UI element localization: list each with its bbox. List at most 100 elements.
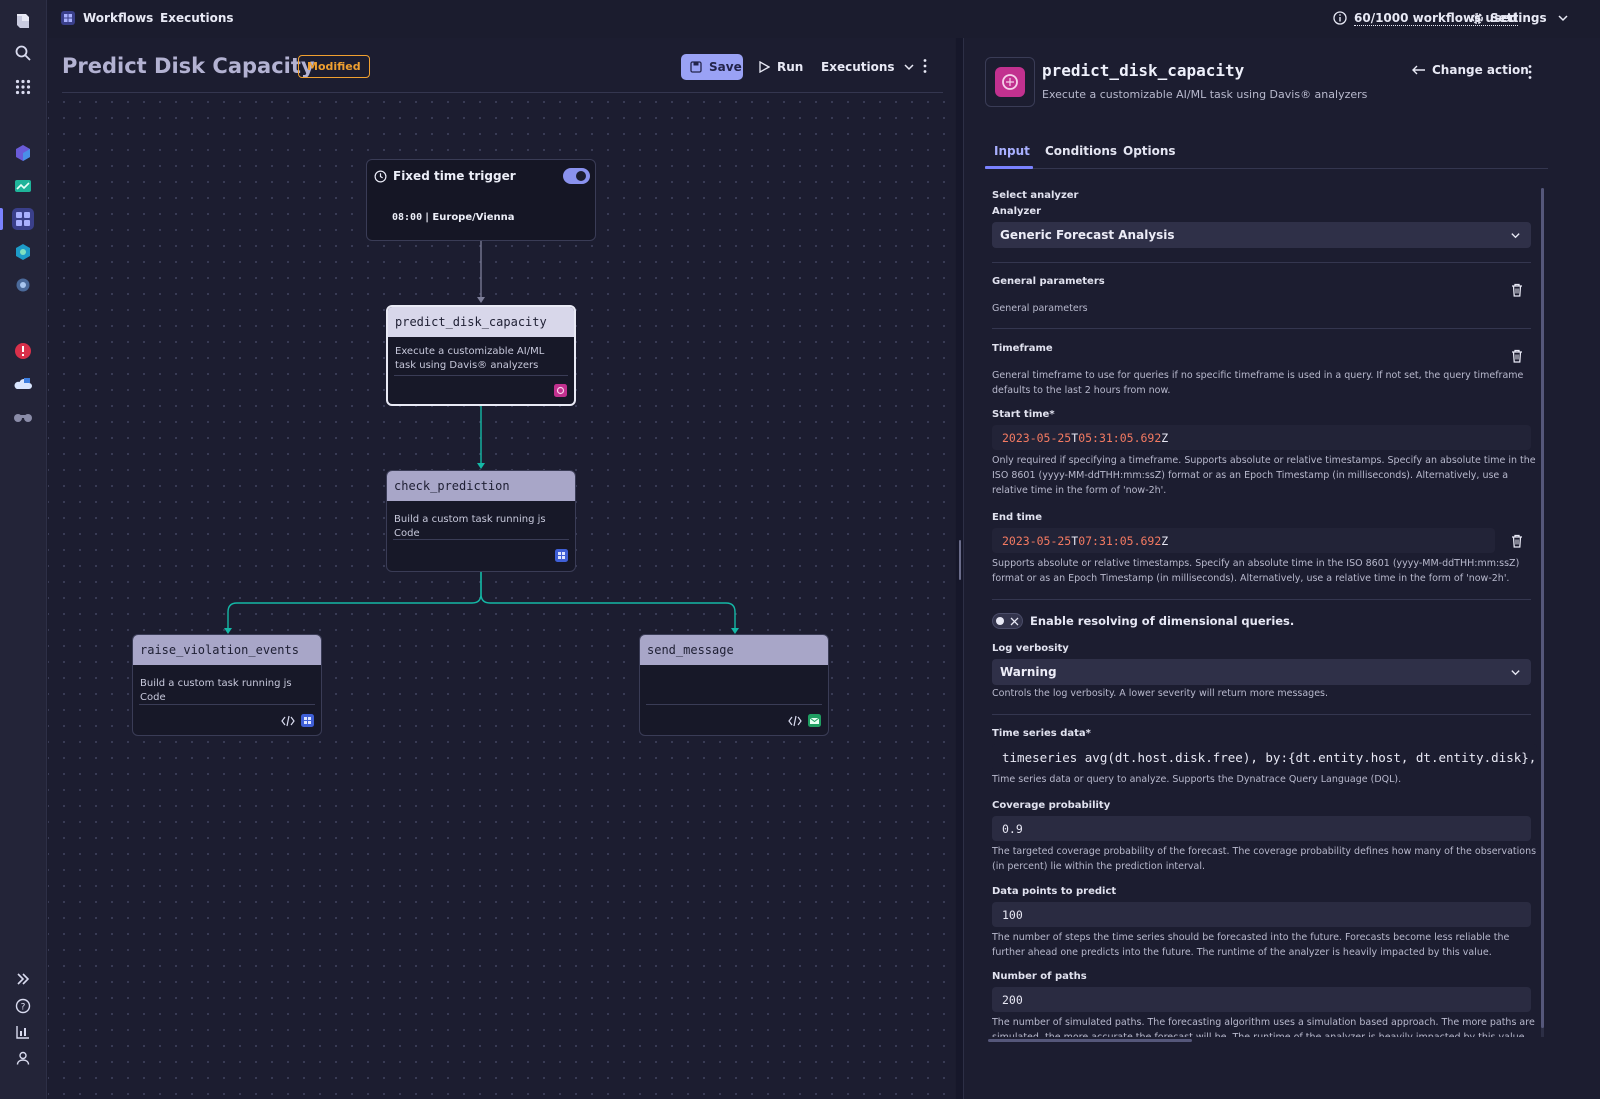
timeframe-heading: Timeframe	[992, 343, 1053, 354]
email-task-icon	[808, 714, 821, 727]
predict-node-title: predict_disk_capacity	[388, 307, 574, 337]
analyzer-select[interactable]: Generic Forecast Analysis	[992, 222, 1531, 248]
start-time-input[interactable]: 2023-05-25 T 05:31:05.692 Z	[992, 425, 1531, 450]
end-t-part: T	[1071, 533, 1079, 548]
top-bar: Workflows Executions 60/1000 workflows u…	[47, 0, 1600, 36]
analyzer-chevron-down-icon	[1511, 233, 1520, 239]
data-points-help: The number of steps the time series shou…	[992, 932, 1510, 958]
log-verbosity-help: Controls the log verbosity. A lower seve…	[992, 688, 1329, 699]
cloud-app-icon[interactable]	[12, 373, 34, 395]
end-time-part: 07:31:05.692	[1078, 533, 1162, 548]
start-time-part: 05:31:05.692	[1078, 430, 1162, 445]
svg-text:?: ?	[21, 1003, 26, 1013]
log-verbosity-select[interactable]: Warning	[992, 659, 1531, 685]
number-of-paths-help: The number of simulated paths. The forec…	[992, 1017, 1535, 1037]
data-points-value: 100	[1002, 907, 1023, 922]
dynatrace-logo-icon[interactable]	[12, 10, 34, 32]
info-icon	[1333, 11, 1347, 28]
general-parameters-heading: General parameters	[992, 276, 1105, 287]
panel-scrollbar[interactable]	[1541, 188, 1544, 1038]
usage-chart-icon[interactable]	[12, 1021, 34, 1043]
end-time-trash-icon[interactable]	[1509, 533, 1525, 549]
timeframe-help: General timeframe to use for queries if …	[992, 370, 1524, 396]
trigger-title: Fixed time trigger	[393, 169, 516, 183]
general-trash-icon[interactable]	[1509, 282, 1525, 298]
left-rail: ?	[0, 0, 47, 1099]
timeframe-trash-icon[interactable]	[1509, 348, 1525, 364]
trigger-schedule: 08:00 | Europe/Vienna	[392, 212, 515, 223]
time-series-query-text: timeseries avg(dt.host.disk.free), by:{d…	[1002, 750, 1537, 765]
start-time-help: Only required if specifying a timeframe.…	[992, 455, 1536, 496]
workflows-app-icon[interactable]	[12, 208, 34, 230]
settings-chevron-down-icon[interactable]	[1557, 12, 1569, 27]
code-icon	[788, 715, 802, 726]
number-of-paths-label: Number of paths	[992, 971, 1087, 982]
apps-grid-icon[interactable]	[12, 76, 34, 98]
raise-node-title: raise_violation_events	[133, 635, 321, 665]
coverage-probability-value: 0.9	[1002, 821, 1023, 836]
tab-input[interactable]: Input	[994, 144, 1030, 158]
number-of-paths-input[interactable]: 200	[992, 987, 1531, 1012]
raise-violation-node[interactable]: raise_violation_events Build a custom ta…	[132, 634, 322, 736]
send-node-title: send_message	[640, 635, 828, 665]
problems-app-icon[interactable]	[12, 340, 34, 362]
dimensional-queries-label: Enable resolving of dimensional queries.	[1030, 614, 1295, 628]
active-tab-indicator	[985, 166, 1033, 169]
time-series-query-input[interactable]: timeseries avg(dt.host.disk.free), by:{d…	[992, 744, 1537, 771]
data-points-input[interactable]: 100	[992, 902, 1531, 927]
log-verbosity-label: Log verbosity	[992, 643, 1069, 654]
panel-more-options-icon[interactable]	[1527, 64, 1533, 83]
end-z-part: Z	[1161, 533, 1169, 548]
clock-icon	[374, 170, 387, 182]
cube-app-icon[interactable]	[12, 142, 34, 164]
panel-splitter[interactable]	[956, 38, 963, 1099]
davis-ai-icon	[995, 67, 1025, 97]
send-node-desc	[640, 665, 828, 673]
dimensional-queries-toggle[interactable]	[992, 613, 1023, 629]
task-name[interactable]: predict_disk_capacity	[1042, 61, 1244, 80]
analyzer-label: Analyzer	[992, 206, 1042, 217]
workflow-task-icon	[301, 714, 314, 727]
tab-options[interactable]: Options	[1123, 144, 1176, 158]
send-message-node[interactable]: send_message	[639, 634, 829, 736]
check-node-desc: Build a custom task running js Code	[394, 514, 546, 539]
check-prediction-node[interactable]: check_prediction Build a custom task run…	[386, 470, 576, 572]
end-time-input[interactable]: 2023-05-25 T 07:31:05.692 Z	[992, 528, 1495, 553]
coverage-probability-label: Coverage probability	[992, 800, 1111, 811]
horizontal-scrollbar[interactable]	[988, 1039, 1192, 1042]
trigger-node[interactable]: Fixed time trigger 08:00 | Europe/Vienna	[366, 159, 596, 241]
trigger-toggle[interactable]	[563, 168, 590, 184]
trigger-time: 08:00	[392, 212, 423, 223]
settings-menu[interactable]: Settings	[1490, 11, 1547, 25]
nav-workflows[interactable]: Workflows	[83, 11, 153, 25]
expand-rail-icon[interactable]	[12, 968, 34, 990]
search-icon[interactable]	[12, 42, 34, 64]
settings-gear-icon	[1470, 11, 1485, 29]
workflows-app-badge-icon	[61, 11, 75, 28]
workflow-task-icon	[555, 549, 568, 562]
toggle-off-x-icon	[1010, 617, 1019, 626]
help-icon[interactable]: ?	[12, 995, 34, 1017]
trigger-timezone: | Europe/Vienna	[425, 212, 515, 223]
nav-executions[interactable]: Executions	[160, 11, 234, 25]
user-icon[interactable]	[12, 1047, 34, 1069]
number-of-paths-value: 200	[1002, 992, 1023, 1007]
tab-conditions[interactable]: Conditions	[1045, 144, 1117, 158]
coverage-probability-input[interactable]: 0.9	[992, 816, 1531, 841]
change-action-button[interactable]: Change action	[1412, 63, 1529, 77]
start-t-part: T	[1071, 430, 1079, 445]
end-time-label: End time	[992, 512, 1042, 523]
data-points-label: Data points to predict	[992, 886, 1117, 897]
select-analyzer-heading: Select analyzer	[992, 190, 1079, 201]
predict-node[interactable]: predict_disk_capacity Execute a customiz…	[386, 305, 576, 406]
dashboard-app-icon[interactable]	[12, 175, 34, 197]
workflow-canvas[interactable]: Predict Disk Capacity Modified Save Run …	[48, 38, 955, 1099]
settings-app-icon[interactable]	[12, 274, 34, 296]
change-action-label: Change action	[1432, 63, 1529, 77]
hexagon-app-icon[interactable]	[12, 241, 34, 263]
coverage-probability-help: The targeted coverage probability of the…	[992, 846, 1537, 872]
check-node-title: check_prediction	[387, 471, 575, 501]
time-series-help: Time series data or query to analyze. Su…	[992, 774, 1402, 785]
binoculars-icon[interactable]	[12, 406, 34, 428]
end-date-part: 2023-05-25	[1002, 533, 1072, 548]
